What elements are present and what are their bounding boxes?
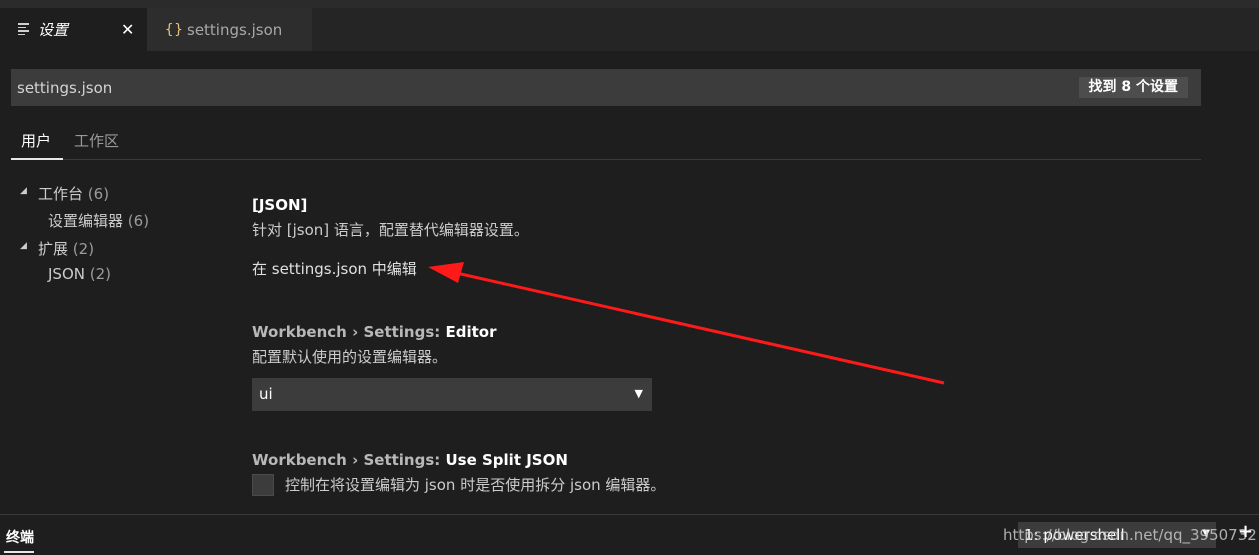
setting-workbench-settings-editor: Workbench › Settings: Editor 配置默认使用的设置编辑… bbox=[252, 323, 497, 367]
search-result-count: 找到 8 个设置 bbox=[1078, 77, 1188, 98]
expanded-triangle-icon[interactable]: ◢ bbox=[20, 186, 27, 196]
setting-title: [JSON] bbox=[252, 196, 308, 214]
toc-item-json[interactable]: JSON (2) bbox=[48, 265, 111, 283]
select-value: ui bbox=[259, 385, 273, 403]
tab-workspace[interactable]: 工作区 bbox=[74, 130, 119, 151]
toc-item-label: 扩展 bbox=[38, 240, 69, 258]
add-terminal-icon[interactable]: + bbox=[1238, 521, 1253, 542]
title-bar bbox=[0, 0, 1259, 8]
annotation-arrow-line bbox=[451, 270, 945, 385]
settings-scope-tabs: 用户 工作区 bbox=[11, 121, 1201, 160]
settings-editor-select[interactable]: ui ▼ bbox=[252, 378, 652, 411]
toc-item-count: (6) bbox=[87, 185, 110, 203]
setting-description: 配置默认使用的设置编辑器。 bbox=[252, 348, 448, 366]
setting-json-language: [JSON] 针对 [json] 语言，配置替代编辑器设置。 在 setting… bbox=[252, 196, 529, 279]
setting-name: Editor bbox=[445, 323, 497, 341]
toc-item-workbench[interactable]: 工作台 (6) bbox=[38, 183, 109, 204]
setting-workbench-settings-use-split-json: Workbench › Settings: Use Split JSON 控制在… bbox=[252, 451, 665, 495]
panel-tab-terminal[interactable]: 终端 bbox=[6, 527, 34, 547]
active-panel-indicator bbox=[4, 551, 34, 553]
toc-item-count: (2) bbox=[89, 265, 112, 283]
editor-tab-bar: 设置 ✕ {} settings.json bbox=[0, 8, 1259, 51]
active-tab-indicator bbox=[11, 158, 63, 160]
toc-item-settings-editor[interactable]: 设置编辑器 (6) bbox=[48, 210, 149, 231]
close-icon[interactable]: ✕ bbox=[121, 20, 134, 39]
toc-item-label: 设置编辑器 bbox=[48, 212, 124, 230]
settings-lines-icon bbox=[18, 23, 30, 35]
setting-category: Workbench › Settings: bbox=[252, 451, 446, 469]
setting-category: Workbench › Settings: bbox=[252, 323, 446, 341]
expanded-triangle-icon[interactable]: ◢ bbox=[20, 241, 27, 251]
use-split-json-checkbox[interactable] bbox=[252, 474, 274, 496]
tab-user[interactable]: 用户 bbox=[21, 130, 51, 151]
toc-item-count: (6) bbox=[127, 212, 150, 230]
watermark-text: https://blog.csdn.net/qq_3950732 bbox=[1003, 526, 1257, 544]
bottom-panel-bar: 终端 1: powershell ▼ https://blog.csdn.net… bbox=[0, 514, 1259, 555]
tab-settings-json[interactable]: {} settings.json bbox=[147, 8, 312, 51]
tab-settings-json-label: settings.json bbox=[187, 20, 283, 39]
toc-item-count: (2) bbox=[72, 240, 95, 258]
tab-settings-label: 设置 bbox=[38, 21, 69, 39]
setting-name: Use Split JSON bbox=[445, 451, 568, 469]
tab-settings[interactable]: 设置 ✕ bbox=[0, 8, 147, 51]
settings-search-input[interactable] bbox=[11, 69, 1051, 106]
dropdown-arrow-icon: ▼ bbox=[634, 387, 643, 400]
toc-item-extensions[interactable]: 扩展 (2) bbox=[38, 238, 94, 259]
edit-in-settings-json-link[interactable]: 在 settings.json 中编辑 bbox=[252, 258, 529, 279]
toc-item-label: JSON bbox=[48, 265, 85, 283]
json-braces-icon: {} bbox=[165, 21, 184, 38]
setting-description: 控制在将设置编辑为 json 时是否使用拆分 json 编辑器。 bbox=[285, 476, 666, 494]
settings-search-box: 找到 8 个设置 bbox=[11, 69, 1201, 106]
setting-description: 针对 [json] 语言，配置替代编辑器设置。 bbox=[252, 221, 529, 239]
toc-item-label: 工作台 bbox=[38, 185, 84, 203]
